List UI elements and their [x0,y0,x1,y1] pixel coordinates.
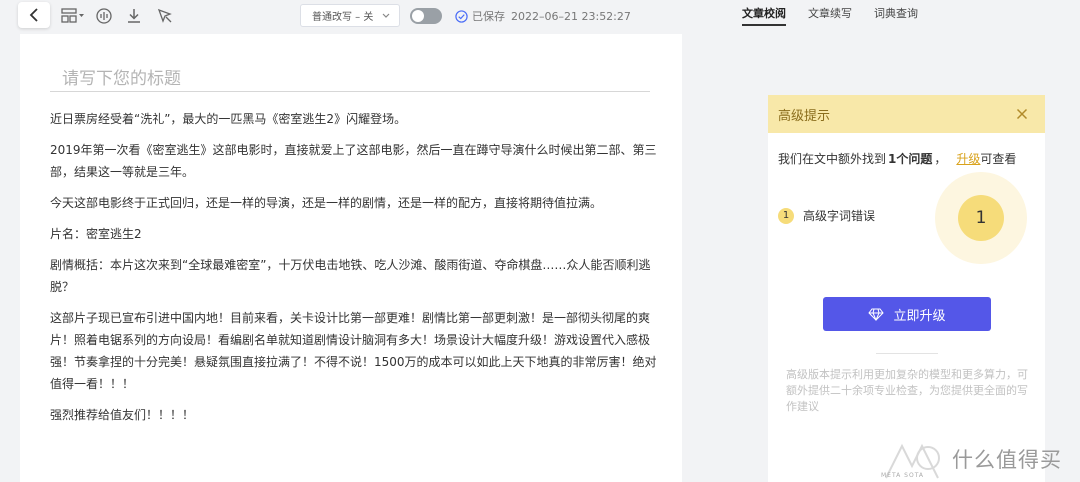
close-icon [1016,108,1028,120]
editor-canvas: 近日票房经受着“洗礼”，最大的一匹黑马《密室逃生2》闪耀登场。 2019年第一次… [20,34,682,482]
download-icon [128,9,140,23]
upgrade-button-label: 立即升级 [893,307,946,323]
hint-header: 高级提示 [768,95,1045,133]
hint-found-text: 我们在文中额外找到 1个问题， 升级可查看 [778,150,1016,167]
title-input[interactable] [50,66,650,92]
audio-wave-icon [96,8,112,24]
saved-time: 2022–06–21 23:52:27 [511,9,631,23]
found-suffix: 可查看 [980,152,1017,166]
check-circle-icon [455,9,468,23]
saved-label: 已保存 [472,10,505,23]
list-item[interactable]: 1 高级字词错误 [778,207,875,224]
found-prefix: 我们在文中额外找到 [778,152,887,166]
upgrade-now-button[interactable]: 立即升级 [823,297,991,331]
layout-icon [61,8,84,23]
paragraph: 剧情概括：本片这次来到“全球最难密室”，十万伏电击地铁、吃人沙滩、酸雨街道、夺命… [50,258,651,294]
chevron-down-icon [382,13,390,18]
issue-count-badge: 1 [958,195,1004,241]
rewrite-toggle[interactable] [410,8,442,24]
save-status: 已保存 2022–06–21 23:52:27 [455,7,631,25]
layout-menu-button[interactable] [60,6,86,26]
tab-dictionary[interactable]: 词典查询 [874,5,918,26]
chevron-left-icon [29,8,38,22]
issue-label: 高级字词错误 [803,209,876,223]
editor-toolbar: 普通改写 – 关 已保存 2022–06–21 23:52:27 [0,0,700,32]
issue-count-ring: 1 [935,172,1027,264]
found-sep: ， [934,152,947,166]
upgrade-link[interactable]: 升级 [956,152,980,166]
paragraph: 强烈推荐给值友们！！！！ [50,408,195,422]
rewrite-mode-value: 普通改写 – 关 [312,12,374,23]
audio-button[interactable] [94,6,114,26]
close-button[interactable] [1016,108,1028,120]
divider [876,353,938,354]
article-body[interactable]: 近日票房经受着“洗礼”，最大的一匹黑马《密室逃生2》闪耀登场。 2019年第一次… [50,108,662,435]
paragraph: 这部片子现已宣布引进中国内地！目前来看，关卡设计比第一部更难！剧情比第一部更刺激… [50,311,657,391]
diamond-icon [868,308,885,321]
paragraph: 近日票房经受着“洗礼”，最大的一匹黑马《密室逃生2》闪耀登场。 [50,112,407,126]
issue-number-badge: 1 [778,207,794,224]
watermark-brand: 什么值得买 [952,448,1062,472]
hint-description: 高级版本提示利用更加复杂的模型和更多算力，可额外提供二十余项专业检查，为您提供更… [786,368,1028,413]
back-button[interactable] [18,2,50,28]
tab-article-review[interactable]: 文章校阅 [742,5,786,26]
advanced-hint-panel: 高级提示 我们在文中额外找到 1个问题， 升级可查看 1 高级字词错误 1 立即升级… [768,95,1045,482]
assistant-tabs: 文章校阅 文章续写 词典查询 [742,5,940,26]
cursor-feedback-icon [157,8,172,23]
paragraph: 今天这部电影终于正式回归，还是一样的导演，还是一样的剧情，还是一样的配方，直接将… [50,196,603,210]
toggle-knob [412,10,424,22]
watermark-meta: META SOTA [881,472,925,479]
feedback-button[interactable] [155,6,175,26]
tab-article-continue[interactable]: 文章续写 [808,5,852,26]
found-count: 1个问题 [888,152,933,166]
rewrite-mode-select[interactable]: 普通改写 – 关 [300,4,400,27]
hint-title: 高级提示 [778,108,831,124]
paragraph: 片名：密室逃生2 [50,227,142,241]
paragraph: 2019年第一次看《密室逃生》这部电影时，直接就爱上了这部电影，然后一直在蹲守导… [50,143,657,179]
download-button[interactable] [124,6,144,26]
